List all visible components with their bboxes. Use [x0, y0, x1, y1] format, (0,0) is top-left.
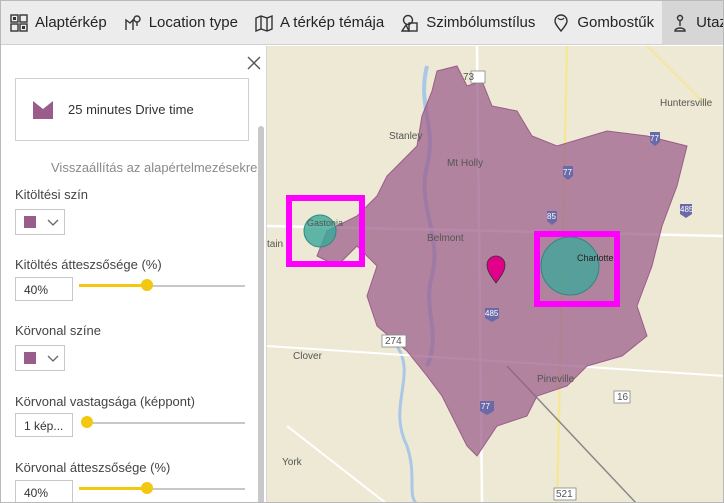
chevron-down-icon [47, 219, 59, 226]
slider-track [87, 422, 245, 424]
shield-label: 16 [617, 392, 629, 403]
pin-icon [551, 13, 571, 33]
fill-opacity-input[interactable]: 40% [15, 277, 73, 301]
settings-panel: 25 minutes Drive time Visszaállítás az a… [1, 46, 267, 502]
city-label-clover: Clover [293, 351, 322, 362]
fill-color-label: Kitöltési szín [15, 187, 88, 202]
chevron-down-icon [47, 355, 59, 362]
city-label-stanley: Stanley [389, 131, 423, 142]
reset-to-defaults-link[interactable]: Visszaállítás az alapértelmezésekre [51, 160, 257, 175]
border-width-input[interactable]: 1 kép... [15, 413, 73, 437]
slider-fill [79, 487, 147, 490]
drive-area-shape-icon [33, 100, 53, 119]
preset-label: 25 minutes Drive time [68, 102, 194, 117]
shield-label: 85 [547, 212, 556, 221]
tab-pins-label: Gombostűk [577, 14, 655, 31]
border-color-label: Körvonal színe [15, 323, 101, 338]
shield-label: 77 [563, 168, 572, 177]
border-width-label: Körvonal vastagsága (képpont) [15, 394, 195, 409]
city-label-charlotte: Charlotte [577, 253, 614, 263]
tab-travel-label: Utazási i [696, 14, 723, 31]
tab-location-type[interactable]: Location type [115, 1, 246, 45]
tab-symbol-style[interactable]: Szimbólumstílus [392, 1, 543, 45]
grid-map-icon [9, 13, 29, 33]
fill-opacity-slider-thumb[interactable] [141, 279, 153, 291]
road [286, 425, 387, 502]
border-color-dropdown[interactable] [15, 345, 65, 371]
travel-icon [670, 13, 690, 33]
shield-label: 485 [680, 205, 694, 214]
panel-scrollbar[interactable] [258, 126, 264, 502]
app-window: Alaptérkép Location type A térkép témája… [0, 0, 724, 503]
map-theme-icon [254, 13, 274, 33]
map-svg [267, 46, 723, 502]
close-icon [247, 56, 261, 70]
fill-color-dropdown[interactable] [15, 209, 65, 235]
border-opacity-slider-thumb[interactable] [141, 482, 153, 494]
symbol-style-icon [400, 13, 420, 33]
shield-label: 274 [385, 336, 402, 347]
tab-pins[interactable]: Gombostűk [543, 1, 662, 45]
city-label-gastonia: Gastonia [307, 218, 344, 228]
border-color-swatch [24, 352, 36, 364]
toolbar: Alaptérkép Location type A térkép témája… [1, 1, 723, 45]
location-bubble-charlotte[interactable] [540, 236, 600, 296]
close-button[interactable] [245, 54, 263, 72]
tab-map-theme-label: A térkép témája [279, 14, 385, 31]
border-width-slider-thumb[interactable] [81, 416, 93, 428]
road [646, 46, 708, 107]
shield-label: 485 [485, 309, 499, 318]
slider-fill [79, 284, 147, 287]
city-label-mt-holly: Mt Holly [447, 158, 484, 169]
river [395, 345, 418, 502]
drive-time-preset-card[interactable]: 25 minutes Drive time [15, 78, 249, 141]
map-canvas[interactable]: 73 Huntersville 77 Stanley 77 Mt Holly 4… [267, 46, 723, 502]
city-label-belmont: Belmont [427, 233, 464, 244]
shield-label: 77 [481, 402, 490, 411]
tab-symbol-style-label: Szimbólumstílus [426, 14, 536, 31]
tab-basemap-label: Alaptérkép [35, 14, 107, 31]
tab-travel[interactable]: Utazási i [662, 1, 723, 45]
shield-label: 77 [650, 134, 659, 143]
city-label-york: York [282, 457, 302, 468]
city-label-partial: tain [267, 239, 284, 250]
shield-label: 73 [463, 72, 475, 83]
location-type-icon [123, 13, 143, 33]
fill-opacity-label: Kitöltés átteszsősége (%) [15, 257, 162, 272]
shield-label: 521 [556, 489, 573, 500]
border-opacity-input[interactable]: 40% [15, 480, 73, 502]
city-label-huntersville: Huntersville [660, 98, 713, 109]
tab-location-type-label: Location type [148, 14, 238, 31]
tab-basemap[interactable]: Alaptérkép [1, 1, 115, 45]
city-label-pineville: Pineville [537, 374, 575, 385]
fill-color-swatch [24, 216, 36, 228]
border-opacity-label: Körvonal átteszsősége (%) [15, 460, 171, 475]
tab-map-theme[interactable]: A térkép témája [246, 1, 392, 45]
